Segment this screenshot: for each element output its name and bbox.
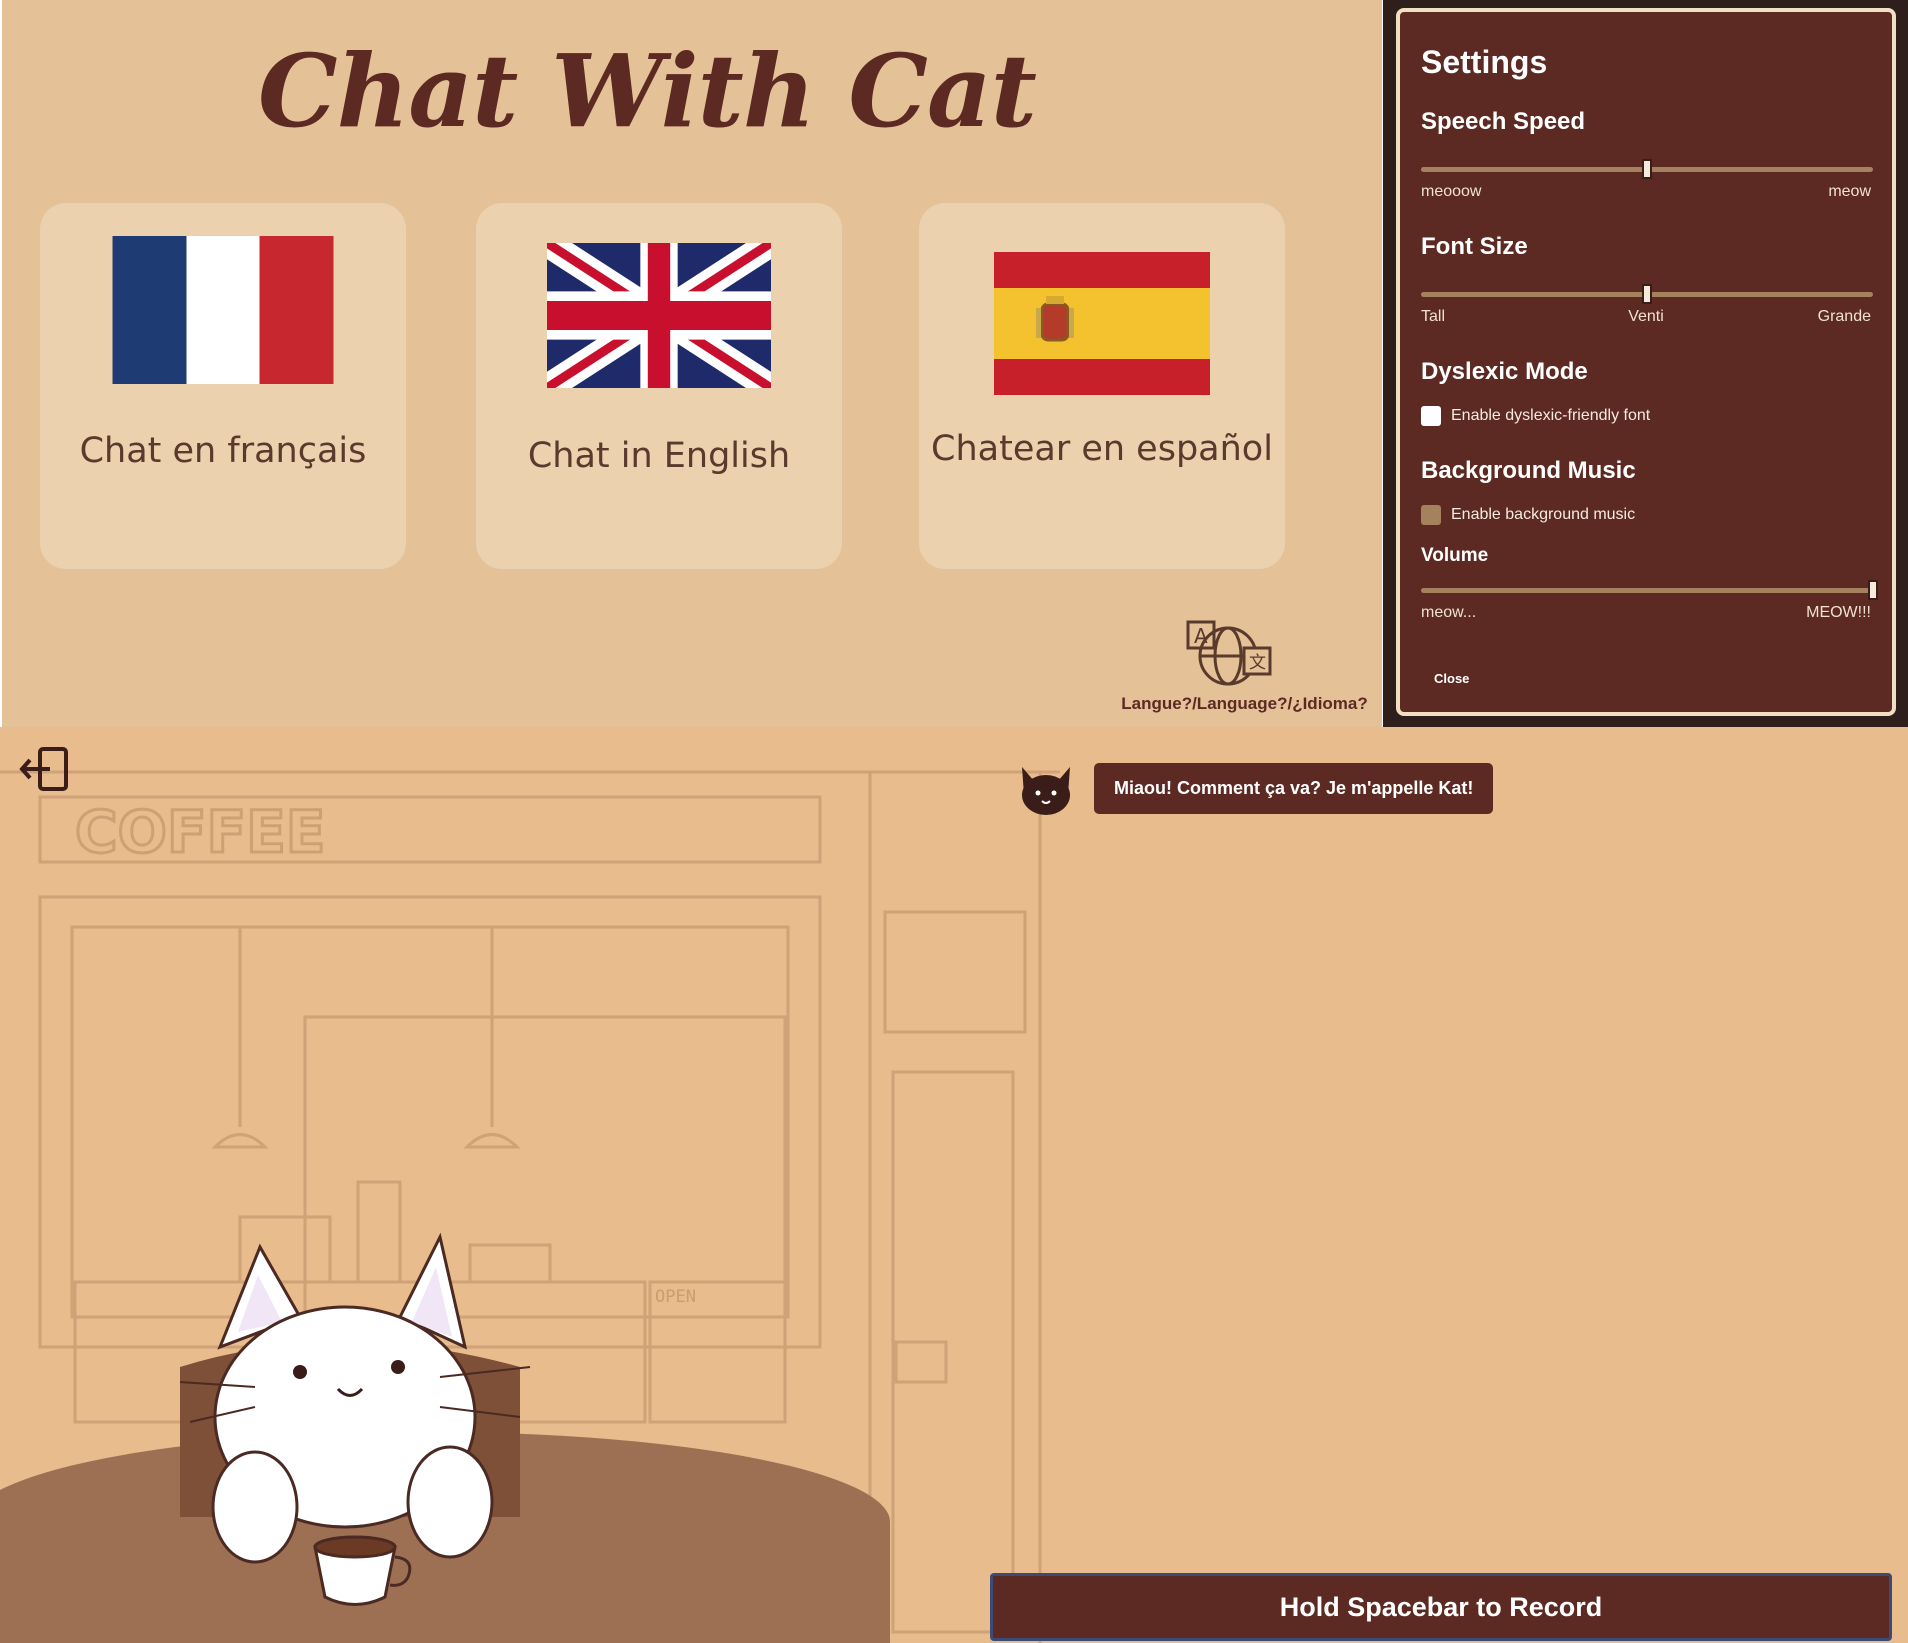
card-spanish[interactable]: Chatear en español — [919, 203, 1285, 569]
volume-thumb[interactable] — [1868, 580, 1878, 600]
font-size-label-venti: Venti — [1628, 308, 1664, 325]
speech-speed-max-label: meow — [1828, 183, 1871, 200]
spain-flag-icon — [994, 252, 1210, 395]
card-english[interactable]: Chat in English — [476, 203, 842, 569]
font-size-label-tall: Tall — [1421, 308, 1446, 325]
music-checkbox-label: Enable background music — [1451, 506, 1636, 523]
font-size-label-grande: Grande — [1817, 308, 1871, 325]
settings-panel: Settings Speech Speed meooow meow Font S… — [1396, 8, 1896, 716]
dyslexic-checkbox[interactable] — [1421, 406, 1441, 426]
speech-speed-thumb[interactable] — [1642, 159, 1652, 179]
volume-max-label: MEOW!!! — [1806, 604, 1871, 621]
speech-speed-heading: Speech Speed — [1421, 108, 1586, 135]
language-hint: Langue?/Language?/¿Idioma? — [1121, 694, 1368, 713]
france-flag-icon — [112, 236, 334, 384]
settings-title: Settings — [1421, 44, 1548, 80]
coffee-sign: COFFEE — [75, 798, 325, 866]
volume-min-label: meow... — [1421, 604, 1477, 621]
music-checkbox-row[interactable]: Enable background music — [1421, 505, 1635, 525]
translate-globe-icon[interactable]: A 文 — [1186, 618, 1274, 690]
volume-heading: Volume — [1421, 545, 1489, 566]
fresh-roasted-sign: OPEN — [655, 1287, 696, 1307]
volume-slider[interactable] — [1421, 580, 1878, 600]
font-size-slider[interactable] — [1421, 284, 1873, 304]
background-music-heading: Background Music — [1421, 457, 1636, 484]
coffee-shop-illustration: COFFEE OPEN — [0, 770, 1060, 1643]
exit-door-icon[interactable] — [18, 745, 70, 793]
settings-backdrop: Settings Speech Speed meooow meow Font S… — [1383, 0, 1908, 727]
uk-flag-icon — [547, 243, 771, 388]
font-size-heading: Font Size — [1421, 233, 1528, 260]
speech-speed-slider[interactable] — [1421, 159, 1873, 179]
language-menu: Chat With Cat Chat en français Chat in E… — [2, 0, 1382, 727]
speech-speed-min-label: meooow — [1421, 183, 1482, 200]
font-size-thumb[interactable] — [1642, 284, 1652, 304]
card-french[interactable]: Chat en français — [40, 203, 406, 569]
card-english-label: Chat in English — [527, 436, 791, 476]
cat-face-icon — [1022, 767, 1070, 815]
card-french-label: Chat en français — [79, 431, 367, 471]
chat-scene: COFFEE OPEN Miaou! Comment ça va? Je m'a… — [0, 727, 1908, 1643]
music-checkbox[interactable] — [1421, 505, 1441, 525]
hold-to-record-button[interactable]: Hold Spacebar to Record — [990, 1573, 1892, 1641]
dyslexic-checkbox-row[interactable]: Enable dyslexic-friendly font — [1421, 406, 1650, 426]
card-spanish-label: Chatear en español — [931, 429, 1273, 469]
close-button[interactable]: Close — [1434, 671, 1469, 686]
dyslexic-checkbox-label: Enable dyslexic-friendly font — [1451, 407, 1651, 424]
dyslexic-mode-heading: Dyslexic Mode — [1421, 358, 1588, 385]
cat-message-bubble: Miaou! Comment ça va? Je m'appelle Kat! — [1094, 763, 1494, 814]
svg-text:文: 文 — [1249, 653, 1266, 673]
app-title: Chat With Cat — [258, 32, 1037, 150]
